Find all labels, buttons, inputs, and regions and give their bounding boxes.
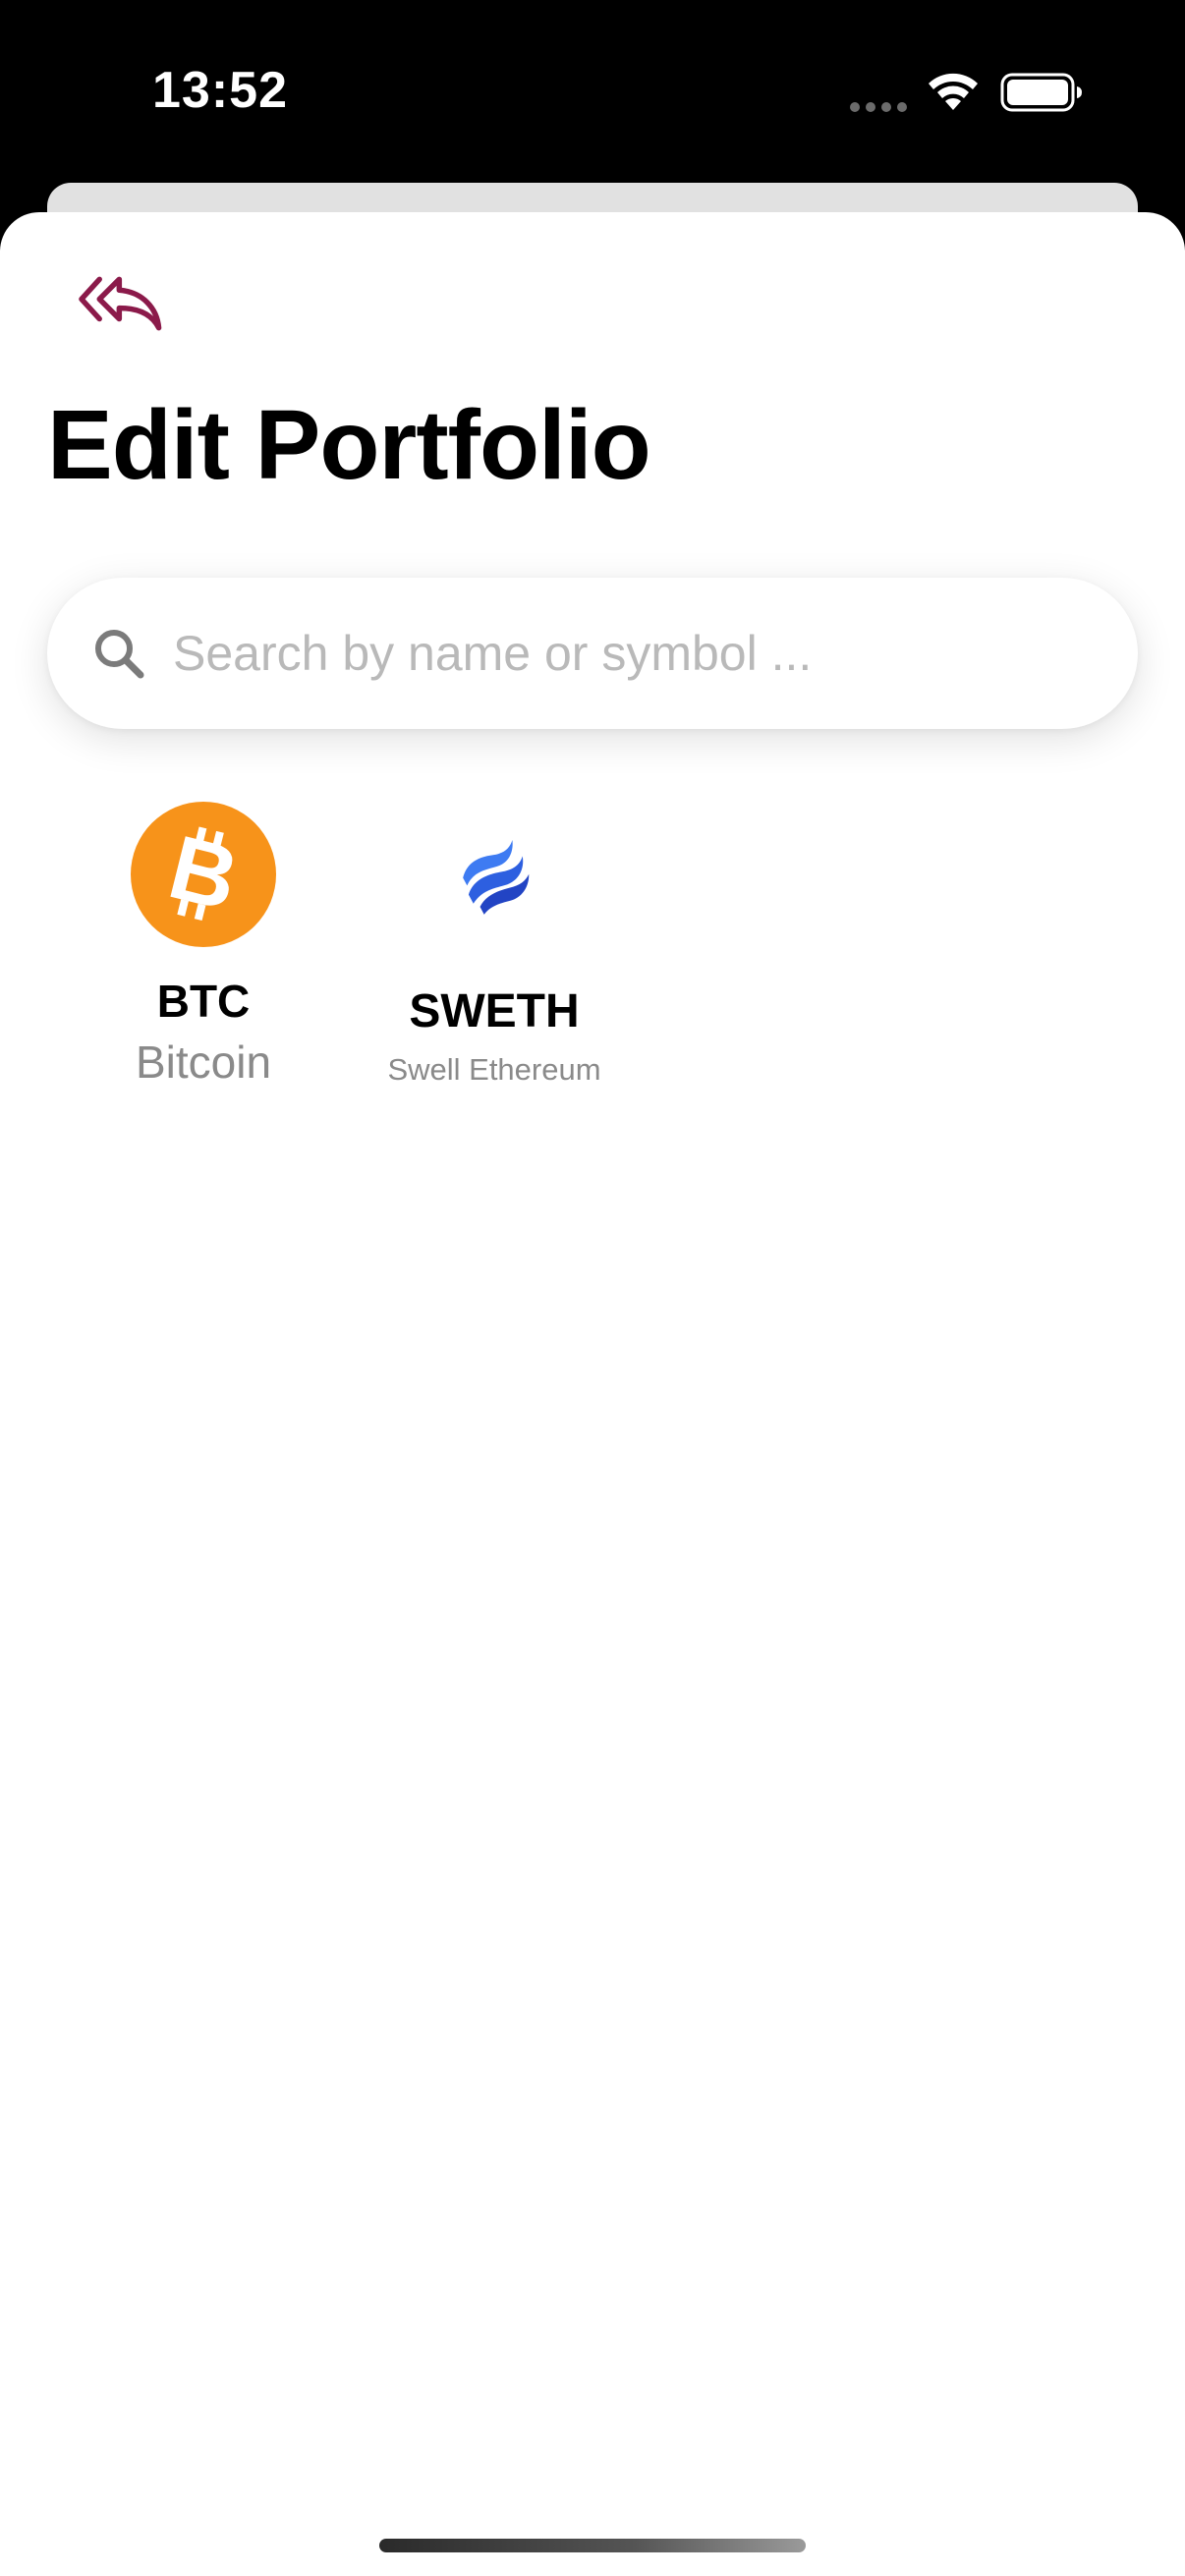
home-indicator[interactable] xyxy=(379,2539,806,2552)
back-button[interactable] xyxy=(69,259,177,348)
coin-symbol: BTC xyxy=(156,976,251,1027)
coin-item-sweth[interactable]: SWETH Swell Ethereum xyxy=(362,802,627,1088)
swell-ethereum-logo xyxy=(422,802,567,947)
battery-icon xyxy=(1000,73,1082,112)
coin-name: Swell Ethereum xyxy=(387,1052,601,1087)
swell-wave-icon xyxy=(463,839,530,915)
coin-item-btc[interactable]: B BTC Bitcoin xyxy=(98,802,309,1089)
wifi-icon xyxy=(929,73,978,110)
coin-name: Bitcoin xyxy=(135,1036,272,1088)
cellular-signal-icon xyxy=(850,102,907,112)
search-icon xyxy=(95,630,144,679)
double-reply-arrow-icon xyxy=(79,276,162,331)
status-time: 13:52 xyxy=(152,62,288,119)
page-title: Edit Portfolio xyxy=(47,390,651,500)
status-bar: 13:52 xyxy=(0,0,1185,187)
bitcoin-icon: B xyxy=(131,802,276,947)
edit-portfolio-sheet: Edit Portfolio B BTC Bitcoin xyxy=(0,212,1185,2576)
search-input[interactable] xyxy=(173,578,1097,729)
bitcoin-logo: B xyxy=(131,802,276,947)
coin-symbol: SWETH xyxy=(409,985,580,1037)
search-bar[interactable] xyxy=(47,578,1138,729)
